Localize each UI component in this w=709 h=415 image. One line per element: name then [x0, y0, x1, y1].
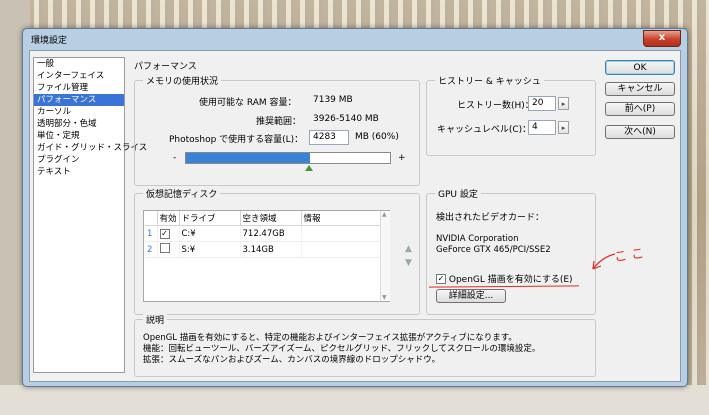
description-group: 説明 OpenGL 描画を有効にすると、特定の機能およびインターフェイス拡張がア…	[134, 313, 596, 377]
preferences-dialog: 環境設定 x 一般 インターフェイス ファイル管理 パフォーマンス カーソル 透…	[22, 28, 688, 387]
annotation-arrow-icon	[592, 253, 616, 270]
advanced-settings-button[interactable]: 詳細設定...	[436, 289, 506, 303]
category-item[interactable]: 単位・定規	[34, 130, 124, 142]
close-button[interactable]: x	[643, 30, 681, 47]
column-header	[145, 211, 158, 226]
history-states-spinner[interactable]: ▸	[558, 97, 569, 110]
next-button[interactable]: 次へ(N)	[605, 125, 675, 139]
free-space-cell: 3.14GB	[240, 241, 302, 258]
chevron-right-icon: ▸	[561, 100, 566, 108]
gpu-settings-group: GPU 設定 検出されたビデオカード： NVIDIA Corporation G…	[426, 187, 596, 315]
opengl-option[interactable]: ✓ OpenGL 描画を有効にする(E)	[436, 272, 573, 285]
opengl-checkbox[interactable]: ✓	[436, 273, 446, 284]
cancel-button[interactable]: キャンセル	[605, 82, 675, 96]
background-bottom-edge	[0, 385, 709, 415]
cache-levels-label: キャッシュレベル(C)：	[437, 125, 532, 135]
ok-button[interactable]: OK	[605, 60, 675, 75]
column-header[interactable]: 有効	[157, 211, 180, 226]
memory-slider-thumb[interactable]	[305, 165, 313, 171]
slider-plus: +	[398, 153, 406, 163]
category-list: 一般 インターフェイス ファイル管理 パフォーマンス カーソル 透明部分・色域 …	[33, 57, 147, 373]
history-states-input[interactable]: 20	[528, 96, 556, 111]
drive-cell: S:¥	[179, 241, 241, 258]
description-line: 拡張：スムーズなパンおよびズーム、カンバスの境界線のドロップシャドウ。	[143, 355, 441, 365]
info-cell	[301, 241, 382, 258]
handwritten-annotation: ここ	[613, 245, 650, 266]
table-row[interactable]: 1 ✓ C:¥ 712.47GB	[145, 225, 382, 242]
photoshop-use-label: Photoshop で使用する容量(L)：	[169, 135, 304, 145]
description-line: OpenGL 描画を有効にすると、特定の機能およびインターフェイス拡張がアクティ…	[143, 333, 517, 343]
column-header[interactable]: 情報	[301, 211, 382, 226]
free-space-cell: 712.47GB	[240, 225, 302, 242]
column-header[interactable]: 空き領域	[240, 211, 302, 226]
memory-group: メモリの使用状況 使用可能な RAM 容量： 7139 MB 推奨範囲： 392…	[134, 74, 420, 186]
description-text: OpenGL 描画を有効にすると、特定の機能およびインターフェイス拡張がアクティ…	[143, 333, 540, 366]
cache-levels-input[interactable]: 4	[528, 120, 556, 135]
chevron-up-icon: ▲	[382, 211, 387, 218]
scratch-disk-group: 仮想記憶ディスク 有効 ドライブ 空き領域 情報 1 ✓ C:¥ 712.47G…	[134, 187, 420, 315]
memory-slider-track[interactable]	[185, 152, 391, 164]
scratch-disk-table: 有効 ドライブ 空き領域 情報 1 ✓ C:¥ 712.47GB 2 S:¥ 3…	[145, 211, 382, 258]
opengl-label: OpenGL 描画を有効にする(E)	[448, 275, 573, 285]
category-item[interactable]: 透明部分・色域	[34, 118, 124, 130]
annotation-underline	[428, 285, 580, 288]
available-ram-value: 7139 MB	[313, 95, 353, 105]
drive-cell: C:¥	[179, 225, 241, 242]
previous-button[interactable]: 前へ(P)	[605, 102, 675, 116]
category-item-selected[interactable]: パフォーマンス	[34, 94, 124, 106]
scratch-disk-label: 仮想記憶ディスク	[143, 187, 221, 200]
memory-group-label: メモリの使用状況	[143, 74, 222, 87]
memory-use-input[interactable]: 4283	[309, 130, 349, 145]
chevron-right-icon: ▸	[561, 124, 566, 132]
history-cache-group: ヒストリー & キャッシュ ヒストリー数(H)： 20 ▸ キャッシュレベル(C…	[426, 74, 596, 156]
active-checkbox[interactable]	[159, 243, 170, 253]
category-item[interactable]: カーソル	[34, 106, 124, 118]
title-bar[interactable]: 環境設定 x	[23, 29, 687, 49]
ideal-range-label: 推奨範囲：	[256, 117, 302, 127]
active-checkbox[interactable]: ✓	[159, 228, 170, 239]
row-number: 1	[145, 225, 158, 242]
move-up-arrow-icon[interactable]: ▲	[405, 244, 412, 254]
description-line: 機能：回転ビューツール、バーズアイズーム、ピクセルグリッド、フリックしてスクロー…	[143, 344, 541, 354]
card-vendor: NVIDIA Corporation	[436, 234, 519, 244]
info-cell	[301, 225, 382, 242]
move-down-arrow-icon[interactable]: ▼	[405, 258, 412, 268]
window-title: 環境設定	[31, 36, 68, 46]
column-header[interactable]: ドライブ	[179, 211, 241, 226]
memory-use-unit: MB (60%)	[355, 132, 399, 142]
category-item[interactable]: プラグイン	[34, 154, 124, 166]
history-states-label: ヒストリー数(H)：	[457, 101, 534, 111]
detected-card-label: 検出されたビデオカード：	[436, 213, 545, 223]
description-label: 説明	[143, 313, 168, 326]
category-item[interactable]: ガイド・グリッド・スライス	[34, 142, 147, 154]
category-item[interactable]: インターフェイス	[34, 70, 124, 82]
memory-slider-fill	[186, 153, 310, 163]
row-number: 2	[145, 241, 158, 258]
chevron-down-icon: ▼	[382, 294, 387, 301]
active-cell[interactable]: ✓	[157, 225, 180, 242]
category-item[interactable]: 一般	[34, 58, 124, 70]
available-ram-label: 使用可能な RAM 容量：	[199, 98, 297, 108]
slider-minus: -	[173, 153, 177, 163]
dialog-body: 一般 インターフェイス ファイル管理 パフォーマンス カーソル 透明部分・色域 …	[29, 50, 681, 382]
cache-levels-spinner[interactable]: ▸	[558, 121, 569, 134]
card-model: GeForce GTX 465/PCI/SSE2	[436, 245, 551, 255]
ideal-range-value: 3926-5140 MB	[313, 114, 379, 124]
history-cache-label: ヒストリー & キャッシュ	[435, 74, 544, 87]
section-title: パフォーマンス	[134, 62, 197, 72]
category-item[interactable]: ファイル管理	[34, 82, 124, 94]
active-cell[interactable]	[157, 241, 180, 258]
close-icon: x	[658, 32, 666, 43]
gpu-settings-label: GPU 設定	[435, 187, 481, 200]
table-row[interactable]: 2 S:¥ 3.14GB	[145, 241, 382, 258]
table-scrollbar[interactable]: ▲ ▼	[380, 211, 390, 301]
table-header-row: 有効 ドライブ 空き領域 情報	[145, 211, 382, 226]
category-item[interactable]: テキスト	[34, 166, 124, 178]
